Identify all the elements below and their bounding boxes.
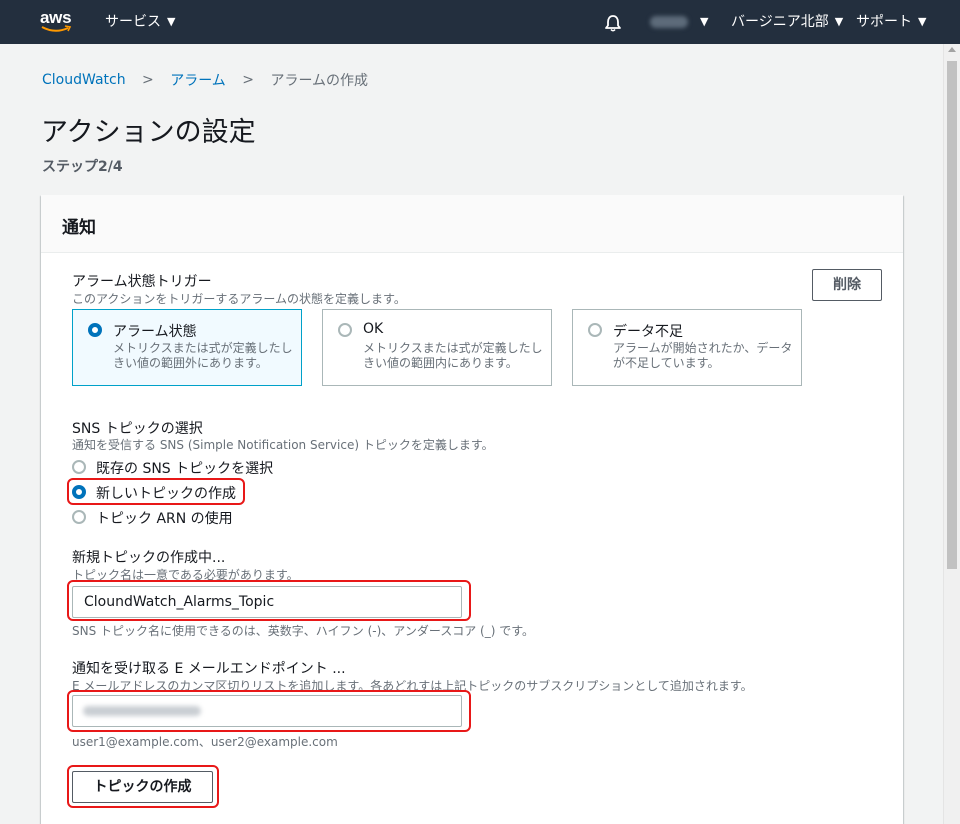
highlight-new-topic-option [67, 478, 245, 505]
email-endpoint-label: 通知を受け取る E メールエンドポイント ... [72, 661, 346, 677]
sns-description: 通知を受信する SNS (Simple Notification Service… [72, 438, 494, 452]
caret-down-icon: ▼ [918, 15, 927, 28]
radio-label: 既存の SNS トピックを選択 [96, 461, 274, 477]
sns-label: SNS トピックの選択 [72, 421, 203, 437]
email-example-hint: user1@example.com、user2@example.com [72, 735, 338, 749]
trigger-tile-ok[interactable]: OK メトリクスまたは式が定義したしきい値の範囲内にあります。 [322, 309, 552, 386]
tile-description: メトリクスまたは式が定義したしきい値の範囲内にあります。 [363, 341, 543, 370]
account-name-redacted[interactable] [650, 16, 688, 28]
vertical-scrollbar[interactable] [943, 44, 960, 824]
region-label: バージニア北部 [731, 14, 829, 30]
delete-button[interactable]: 削除 [812, 269, 882, 301]
services-label: サービス [105, 14, 161, 30]
caret-down-icon: ▼ [700, 15, 709, 28]
highlight-topic-name-input [67, 580, 471, 621]
tile-title: アラーム状態 [113, 324, 197, 340]
highlight-email-input [67, 690, 471, 732]
radio-button[interactable] [72, 510, 86, 524]
scrollbar-thumb[interactable] [947, 61, 957, 569]
tile-description: メトリクスまたは式が定義したしきい値の範囲外にあります。 [113, 341, 293, 370]
support-menu[interactable]: サポート ▼ [856, 0, 926, 44]
trigger-tile-alarm[interactable]: アラーム状態 メトリクスまたは式が定義したしきい値の範囲外にあります。 [72, 309, 302, 386]
trigger-tile-insufficient-data[interactable]: データ不足 アラームが開始されたか、データが不足しています。 [572, 309, 802, 386]
radio-insufficient-data[interactable] [588, 323, 602, 337]
breadcrumb-alarms[interactable]: アラーム [170, 70, 226, 90]
radio-label: トピック ARN の使用 [96, 511, 233, 527]
region-menu[interactable]: バージニア北部 ▼ [731, 0, 843, 44]
panel-title: 通知 [62, 218, 96, 238]
radio-button[interactable] [72, 460, 86, 474]
breadcrumb-current: アラームの作成 [270, 73, 369, 89]
trigger-description: このアクションをトリガーするアラームの状態を定義します。 [72, 292, 406, 306]
trigger-label: アラーム状態トリガー [72, 274, 212, 290]
highlight-create-topic-button [67, 765, 219, 808]
scroll-up-arrow-icon[interactable] [948, 47, 956, 52]
step-indicator: ステップ2/4 [42, 159, 123, 175]
panel-header: 通知 [41, 195, 903, 253]
radio-alarm-state[interactable] [88, 323, 102, 337]
caret-down-icon: ▼ [834, 15, 844, 28]
chevron-right-icon: > [242, 72, 254, 88]
caret-down-icon: ▼ [167, 15, 176, 28]
aws-smile-icon [41, 25, 72, 32]
chevron-right-icon: > [142, 72, 154, 88]
top-navigation-bar: aws サービス ▼ ▼ バージニア北部 ▼ サポート ▼ [0, 0, 960, 44]
tile-title: データ不足 [613, 324, 683, 340]
tile-description: アラームが開始されたか、データが不足しています。 [613, 341, 793, 370]
bell-icon[interactable] [603, 13, 623, 33]
topic-name-constraint: SNS トピック名に使用できるのは、英数字、ハイフン (-)、アンダースコア (… [72, 624, 535, 638]
page-title: アクションの設定 [41, 117, 256, 148]
services-menu[interactable]: サービス ▼ [105, 0, 175, 44]
support-label: サポート [856, 14, 912, 30]
breadcrumb: CloudWatch > アラーム > アラームの作成 [42, 70, 368, 90]
new-topic-label: 新規トピックの作成中... [72, 550, 226, 566]
breadcrumb-cloudwatch[interactable]: CloudWatch [42, 72, 126, 88]
aws-logo[interactable]: aws [40, 8, 76, 36]
tile-title: OK [363, 321, 384, 337]
account-menu-caret[interactable]: ▼ [694, 0, 708, 44]
radio-ok-state[interactable] [338, 323, 352, 337]
